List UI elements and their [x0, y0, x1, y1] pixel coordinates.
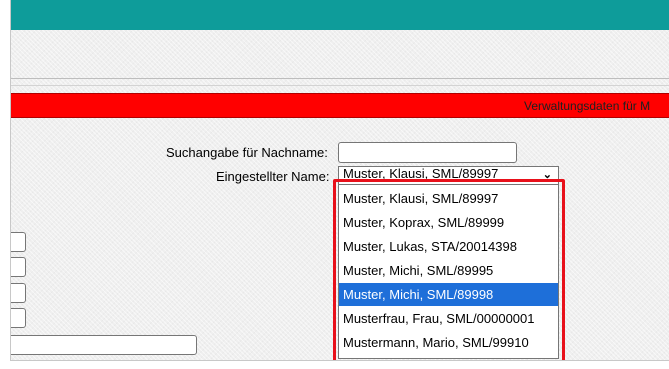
left-input-field[interactable] [11, 283, 26, 303]
chevron-down-icon: ⌄ [542, 169, 552, 181]
dropdown-option[interactable]: Mustermann, Mario, SML/99910 [339, 331, 558, 354]
dropdown-option-selected[interactable]: Muster, Michi, SML/89998 [339, 283, 558, 306]
page-frame: Verwaltungsdaten für M Suchangabe für Na… [10, 0, 669, 361]
left-input-field[interactable] [11, 257, 26, 277]
name-select[interactable]: Muster, Klausi, SML/89997 ⌄ [338, 166, 559, 184]
dropdown-option[interactable]: Muster, Lukas, STA/20014398 [339, 235, 558, 258]
left-long-input-field[interactable] [11, 335, 197, 355]
name-label: Eingestellter Name: [216, 169, 330, 184]
divider-line [11, 78, 669, 79]
dropdown-option[interactable]: Muster, Koprax, SML/89999 [339, 211, 558, 234]
left-input-field[interactable] [11, 308, 26, 328]
dropdown-option[interactable]: Musterfrau, Frau, SML/00000001 [339, 307, 558, 330]
top-header-bar [11, 0, 669, 30]
dropdown-option[interactable]: Muster, Michi, SML/89995 [339, 259, 558, 282]
search-input[interactable] [338, 142, 517, 163]
divider-line [11, 85, 669, 86]
section-title: Verwaltungsdaten für M [524, 99, 651, 113]
left-input-field[interactable] [11, 232, 26, 252]
name-select-value: Muster, Klausi, SML/89997 [343, 166, 499, 181]
name-dropdown-list[interactable]: Muster, Klausi, SML/89997 Muster, Koprax… [338, 184, 559, 359]
dropdown-option[interactable]: Muster, Klausi, SML/89997 [339, 187, 558, 210]
search-label: Suchangabe für Nachname: [166, 145, 328, 160]
section-header-bar: Verwaltungsdaten für M [11, 93, 669, 118]
